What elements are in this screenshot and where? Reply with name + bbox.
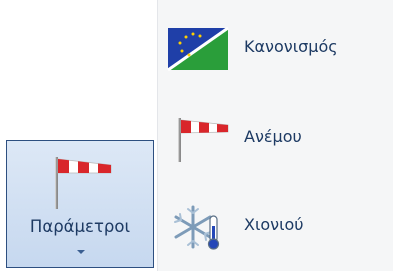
windsock-icon — [178, 118, 229, 162]
menu-item-wind-label: Ανέμου — [244, 127, 302, 146]
windsock-icon — [55, 157, 112, 209]
dropdown-arrow-icon[interactable] — [76, 249, 86, 255]
parameters-dropdown-menu: Κανονισμός Ανέμου Χιονιού — [157, 0, 393, 271]
menu-item-regulation-label: Κανονισμός — [244, 37, 338, 56]
parameters-label: Παράμετροι — [29, 217, 131, 236]
menu-item-regulation[interactable]: Κανονισμός — [158, 18, 393, 80]
menu-item-snow-label: Χιονιού — [244, 215, 304, 234]
parameters-ribbon-button[interactable]: Παράμετροι — [6, 140, 154, 268]
snowflake-thermometer-icon — [174, 205, 220, 250]
menu-item-wind[interactable]: Ανέμου — [158, 108, 393, 170]
menu-item-snow[interactable]: Χιονιού — [158, 196, 393, 258]
regulation-flag-icon — [167, 26, 229, 72]
